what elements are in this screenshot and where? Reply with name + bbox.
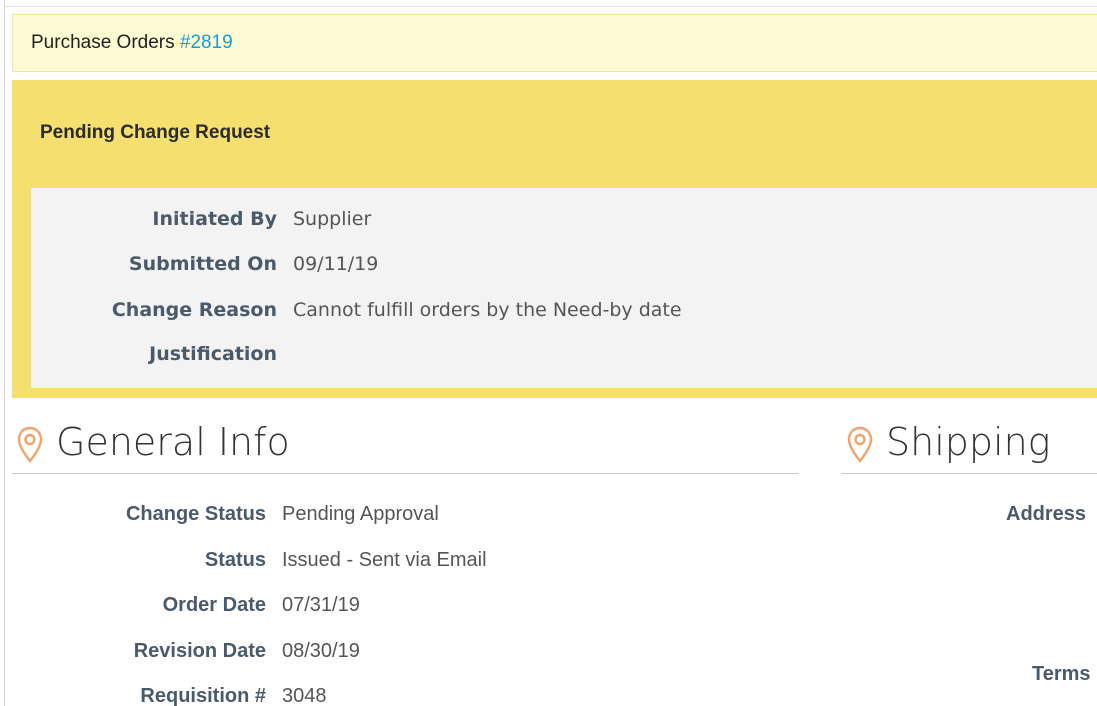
pending-field-initiated-by: Initiated By Supplier (31, 208, 1097, 238)
pending-change-request-panel: Pending Change Request Initiated By Supp… (12, 80, 1097, 398)
shipping-title: Shipping (886, 420, 1051, 464)
page-left-border (4, 0, 5, 706)
shipping-terms-label: Terms (1032, 663, 1091, 685)
breadcrumb: Purchase Orders #2819 (12, 14, 1097, 72)
field-label: Justification (149, 343, 277, 365)
map-pin-icon (846, 426, 874, 464)
po-number-link[interactable]: #2819 (180, 32, 233, 53)
field-value: 08/30/19 (282, 640, 360, 662)
field-value: Supplier (293, 208, 372, 230)
pending-change-details: Initiated By Supplier Submitted On 09/11… (31, 188, 1097, 388)
field-label: Submitted On (128, 253, 277, 275)
breadcrumb-section: Purchase Orders (31, 32, 175, 53)
shipping-address-label: Address (1006, 503, 1087, 525)
pending-field-change-reason: Change Reason Cannot fulfill orders by t… (31, 299, 1097, 329)
field-label: Status (204, 549, 266, 571)
field-label: Revision Date (133, 640, 266, 662)
field-label: Change Status (125, 503, 266, 525)
field-value: 3048 (282, 685, 327, 706)
field-value: 07/31/19 (282, 594, 360, 616)
pending-field-submitted-on: Submitted On 09/11/19 (31, 253, 1097, 283)
field-value: Pending Approval (282, 503, 439, 525)
field-label: Change Reason (111, 299, 277, 321)
field-value: Cannot fulfill orders by the Need-by dat… (293, 299, 682, 321)
field-value: 09/11/19 (293, 253, 379, 275)
field-label: Requisition # (140, 685, 266, 706)
pending-field-justification: Justification (31, 343, 1097, 373)
field-value: Issued - Sent via Email (282, 549, 487, 571)
field-label: Order Date (162, 594, 266, 616)
general-info-header: General Info (12, 418, 798, 474)
field-label: Initiated By (152, 208, 277, 230)
general-info-title: General Info (56, 420, 290, 464)
map-pin-icon (16, 426, 44, 464)
pending-change-title: Pending Change Request (40, 122, 271, 143)
page-top-border (4, 6, 1097, 7)
shipping-header: Shipping (842, 418, 1097, 474)
